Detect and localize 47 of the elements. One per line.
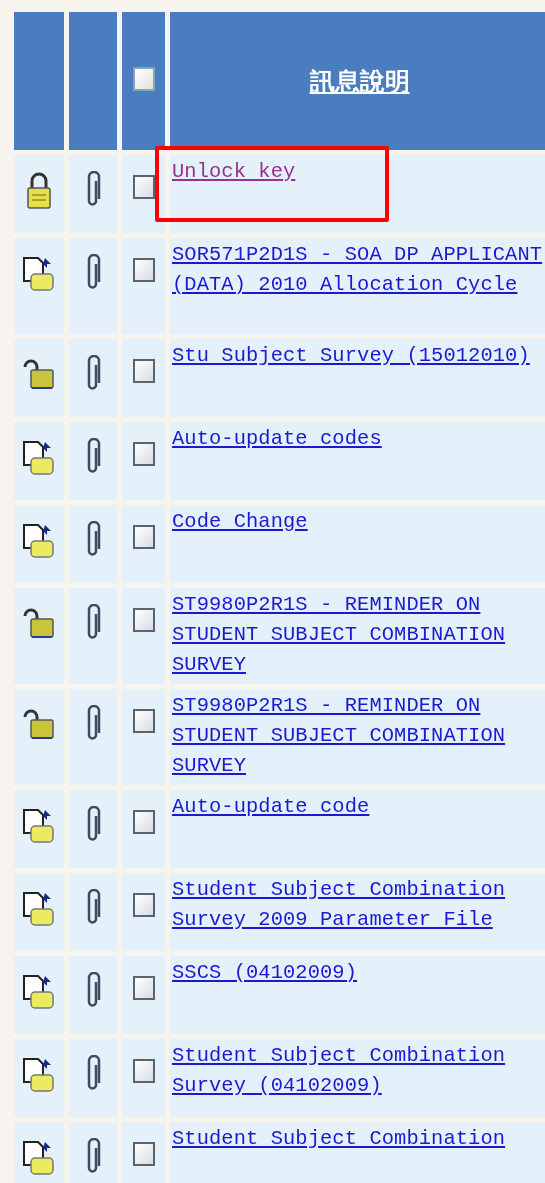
row-checkbox[interactable]	[132, 258, 155, 282]
row-checkbox[interactable]	[132, 1059, 155, 1083]
paperclip-icon	[85, 521, 101, 559]
message-link[interactable]: Student Subject Combination Survey 2009 Parameter File	[172, 875, 545, 935]
document-folder-icon	[21, 806, 57, 846]
message-link[interactable]: Stu Subject Survey (15012010)	[172, 341, 530, 371]
row-checkbox[interactable]	[132, 810, 155, 834]
row-checkbox[interactable]	[132, 525, 155, 549]
paperclip-icon	[85, 438, 101, 476]
message-link[interactable]: Auto-update code	[172, 792, 370, 822]
paperclip-icon	[85, 806, 101, 844]
row-checkbox[interactable]	[132, 1142, 155, 1166]
document-folder-icon	[21, 1055, 57, 1095]
paperclip-icon	[85, 254, 101, 292]
paperclip-icon	[85, 1138, 101, 1176]
document-folder-icon	[21, 972, 57, 1012]
document-folder-icon	[21, 521, 57, 561]
row-checkbox[interactable]	[132, 709, 155, 733]
paperclip-icon	[85, 355, 101, 393]
message-link[interactable]: Auto-update codes	[172, 424, 382, 454]
row-checkbox[interactable]	[132, 442, 155, 466]
message-link[interactable]: SOR571P2D1S - SOA DP APPLICANT (DATA) 2010 Allocation Cycle	[172, 240, 545, 300]
document-folder-icon	[21, 438, 57, 478]
message-link[interactable]: Code Change	[172, 507, 308, 537]
paperclip-icon	[85, 1055, 101, 1093]
message-link[interactable]: ST9980P2R1S - REMINDER ON STUDENT SUBJECT COMBINATION SURVEY	[172, 691, 545, 781]
paperclip-icon	[85, 171, 101, 209]
row-checkbox[interactable]	[132, 608, 155, 632]
row-checkbox[interactable]	[132, 359, 155, 383]
padlock-icon	[26, 171, 52, 211]
select-all-checkbox[interactable]	[132, 66, 155, 91]
paperclip-icon	[85, 604, 101, 642]
message-link[interactable]: Student Subject Combination Survey (04102009)	[172, 1041, 545, 1101]
paperclip-icon	[85, 972, 101, 1010]
paperclip-icon	[85, 889, 101, 927]
paperclip-icon	[85, 705, 101, 743]
message-link[interactable]: ST9980P2R1S - REMINDER ON STUDENT SUBJECT COMBINATION SURVEY	[172, 590, 545, 680]
column-header-link[interactable]: 訊息說明	[309, 66, 410, 96]
row-checkbox[interactable]	[132, 976, 155, 1000]
message-link[interactable]: Student Subject Combination	[172, 1124, 506, 1154]
document-folder-icon	[21, 1138, 57, 1178]
message-link[interactable]: Unlock key	[172, 157, 296, 187]
row-checkbox[interactable]	[132, 893, 155, 917]
message-link[interactable]: SSCS (04102009)	[172, 958, 358, 988]
document-folder-icon	[21, 889, 57, 929]
document-folder-icon	[21, 254, 57, 294]
row-checkbox[interactable]	[132, 175, 155, 199]
